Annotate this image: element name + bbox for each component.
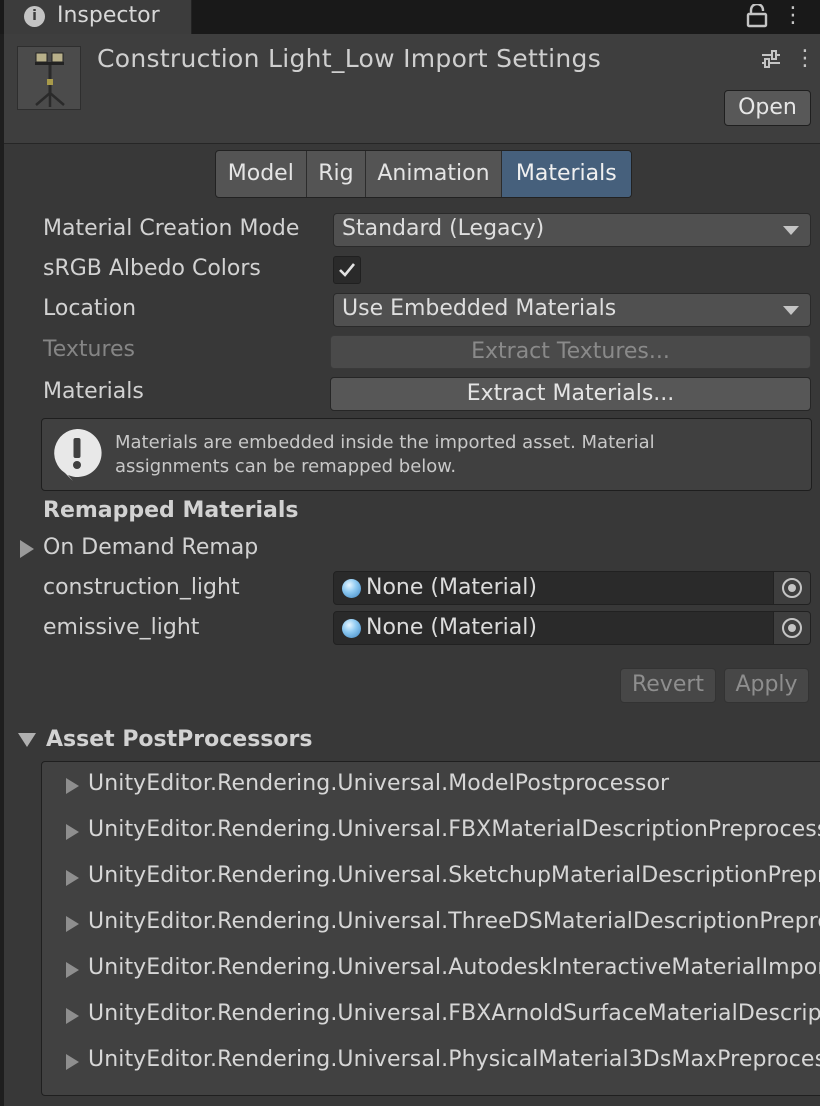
foldout-arrow-icon[interactable] [66,962,79,978]
remap-object-field[interactable]: None (Material) [333,571,811,605]
inspector-header: Construction Light_Low Import Settings ⋮… [4,34,820,144]
remap-label: emissive_light [43,615,200,640]
remap-object-field[interactable]: None (Material) [333,611,811,645]
tab-rig[interactable]: Rig [307,151,367,197]
postprocessor-name: UnityEditor.Rendering.Universal.Sketchup… [88,863,820,888]
info-icon: i [24,6,45,27]
foldout-arrow-icon[interactable] [66,824,79,840]
srgb-albedo-label: sRGB Albedo Colors [43,256,261,281]
asset-postprocessors-heading[interactable]: Asset PostProcessors [46,727,312,752]
apply-button[interactable]: Apply [724,668,809,703]
foldout-arrow-icon[interactable] [66,1054,79,1070]
construction-light-thumbnail-icon [35,52,65,107]
help-box: Materials are embedded inside the import… [41,418,812,491]
foldout-arrow-icon[interactable] [66,778,79,794]
tab-menu-icon[interactable]: ⋮ [782,2,804,30]
warning-bubble-icon [54,428,102,481]
object-picker-button[interactable] [773,572,810,604]
remap-label: construction_light [43,575,240,600]
checkmark-icon [339,263,356,277]
material-sphere-icon [342,619,361,638]
material-creation-mode-value: Standard (Legacy) [342,216,545,241]
postprocessor-name: UnityEditor.Rendering.Universal.FBXMater… [88,817,820,842]
importer-tabs: Model Rig Animation Materials [215,150,632,198]
lock-icon[interactable] [746,4,768,28]
srgb-albedo-checkbox[interactable] [333,256,361,284]
chevron-down-icon [783,306,799,315]
location-value: Use Embedded Materials [342,296,617,321]
postprocessor-name: UnityEditor.Rendering.Universal.ModelPos… [88,771,670,796]
list-item[interactable]: UnityEditor.Rendering.Universal.FBXMater… [42,809,820,855]
remapped-materials-heading: Remapped Materials [43,498,299,523]
location-label: Location [43,296,137,321]
open-button[interactable]: Open [724,90,811,126]
material-sphere-icon [342,579,361,598]
postprocessor-name: UnityEditor.Rendering.Universal.Autodesk… [88,955,820,980]
chevron-down-icon [783,226,799,235]
tab-materials[interactable]: Materials [501,151,631,197]
textures-label: Textures [43,337,135,362]
foldout-open-arrow-icon[interactable] [18,733,36,747]
tab-animation[interactable]: Animation [366,151,502,197]
location-dropdown[interactable]: Use Embedded Materials [333,293,811,327]
help-message: Materials are embedded inside the import… [115,432,655,477]
list-item[interactable]: UnityEditor.Rendering.Universal.ThreeDSM… [42,901,820,947]
extract-textures-button[interactable]: Extract Textures... [330,335,811,369]
tab-model[interactable]: Model [216,151,307,197]
postprocessor-name: UnityEditor.Rendering.Universal.ThreeDSM… [88,909,820,934]
tab-inspector[interactable]: i Inspector [4,0,192,34]
list-item[interactable]: UnityEditor.Rendering.Universal.Physical… [42,1039,820,1085]
on-demand-remap-foldout[interactable]: On Demand Remap [43,535,258,560]
list-item[interactable]: UnityEditor.Rendering.Universal.Sketchup… [42,855,820,901]
material-creation-mode-label: Material Creation Mode [43,216,300,241]
object-picker-button[interactable] [773,612,810,644]
sliders-icon[interactable] [760,48,782,70]
postprocessor-name: UnityEditor.Rendering.Universal.FBXArnol… [88,1001,820,1026]
remap-value: None (Material) [366,575,537,600]
remap-value: None (Material) [366,615,537,640]
foldout-arrow-icon[interactable] [66,916,79,932]
header-menu-icon[interactable]: ⋮ [794,44,816,74]
materials-label: Materials [43,379,144,404]
extract-materials-button[interactable]: Extract Materials... [330,377,811,411]
list-item[interactable]: UnityEditor.Rendering.Universal.Autodesk… [42,947,820,993]
postprocessor-list: UnityEditor.Rendering.Universal.ModelPos… [41,761,820,1096]
foldout-arrow-icon[interactable] [66,1008,79,1024]
revert-button[interactable]: Revert [620,668,716,703]
list-item[interactable]: UnityEditor.Rendering.Universal.ModelPos… [42,763,820,809]
material-creation-mode-dropdown[interactable]: Standard (Legacy) [333,213,811,247]
asset-preview [17,46,81,110]
tab-inspector-label: Inspector [57,3,160,28]
window-edge [0,34,4,1106]
postprocessor-name: UnityEditor.Rendering.Universal.Physical… [88,1047,820,1072]
import-settings-title: Construction Light_Low Import Settings [97,44,602,73]
foldout-arrow-icon[interactable] [66,870,79,886]
list-item[interactable]: UnityEditor.Rendering.Universal.FBXArnol… [42,993,820,1039]
foldout-arrow-icon[interactable] [20,540,34,558]
